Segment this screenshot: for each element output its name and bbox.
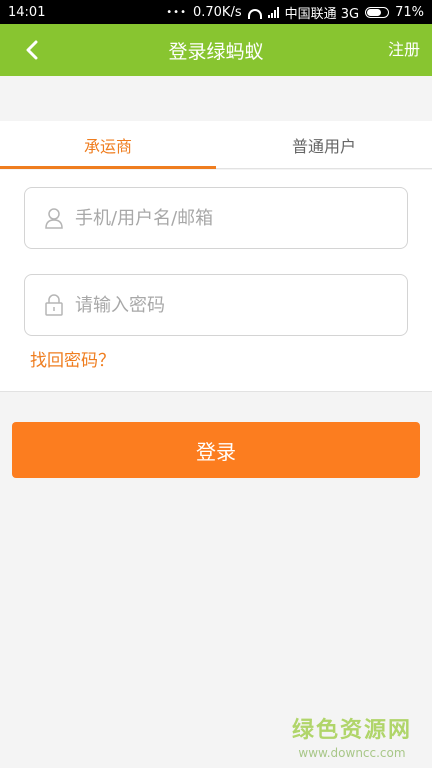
status-bar: 14:01 ••• 0.70K/s 中国联通 3G 71% <box>0 0 432 24</box>
status-time: 14:01 <box>8 4 46 20</box>
chevron-left-icon <box>26 40 38 60</box>
page-title: 登录绿蚂蚁 <box>168 40 264 63</box>
tab-regular-user[interactable]: 普通用户 <box>216 121 432 168</box>
login-button[interactable]: 登录 <box>12 422 420 478</box>
signal-icon <box>267 6 279 18</box>
user-type-tabs: 承运商 普通用户 <box>0 121 432 169</box>
carrier-name: 中国联通 3G <box>284 6 360 22</box>
watermark-url: www.downcc.com <box>298 746 406 760</box>
password-field[interactable] <box>24 274 408 336</box>
tab-carrier[interactable]: 承运商 <box>0 121 216 169</box>
login-form: 找回密码？ <box>0 170 432 392</box>
wifi-icon <box>247 9 262 19</box>
username-input[interactable] <box>75 207 395 229</box>
lock-icon <box>43 293 65 317</box>
user-icon <box>43 206 65 230</box>
password-input[interactable] <box>75 294 395 316</box>
register-button[interactable]: 注册 <box>388 24 420 76</box>
battery-percent: 71% <box>395 4 424 20</box>
battery-fill <box>367 8 382 16</box>
network-speed: 0.70K/s <box>192 4 242 20</box>
back-button[interactable] <box>12 24 52 76</box>
username-field[interactable] <box>24 187 408 249</box>
watermark: 绿色资源网 www.downcc.com <box>292 712 412 760</box>
watermark-title: 绿色资源网 <box>291 718 412 743</box>
battery-icon <box>365 6 390 18</box>
app-header: 登录绿蚂蚁 注册 <box>0 24 432 76</box>
status-right: ••• 0.70K/s 中国联通 3G 71% <box>166 3 424 22</box>
notification-dots: ••• <box>166 6 187 18</box>
forgot-password-link[interactable]: 找回密码？ <box>30 346 115 371</box>
